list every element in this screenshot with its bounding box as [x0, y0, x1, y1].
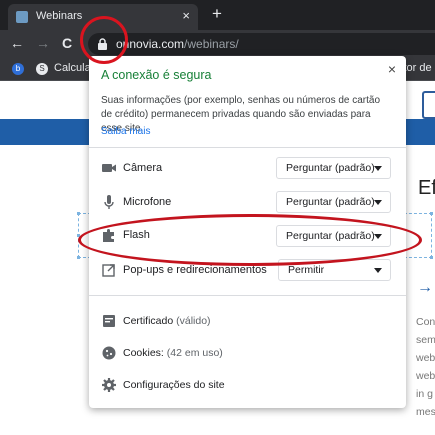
site-settings-link[interactable]: Configurações do site — [123, 379, 225, 391]
camera-icon — [102, 164, 116, 172]
paragraph-line: mes — [416, 406, 435, 418]
divider — [89, 147, 406, 148]
certificate-icon — [103, 315, 115, 327]
paragraph-line: web — [416, 352, 435, 364]
selection-handle — [77, 212, 80, 215]
cookies-count: (42 em uso) — [166, 347, 223, 359]
microphone-permission-select[interactable]: Perguntar (padrão) — [276, 191, 391, 213]
site-logo-icon — [422, 91, 435, 119]
selection-handle — [430, 256, 433, 259]
microphone-icon — [104, 195, 114, 209]
page-arrow-icon[interactable]: → — [417, 279, 433, 297]
paragraph-line: Con — [416, 316, 435, 328]
cookies-link[interactable]: Cookies: (42 em uso) — [123, 347, 223, 359]
bookmark-icon-s[interactable]: S — [36, 63, 48, 75]
paragraph-line: in g — [416, 388, 433, 400]
chevron-down-icon — [374, 268, 382, 273]
permission-label-microphone: Microfone — [123, 196, 172, 208]
chevron-down-icon — [374, 166, 382, 171]
tab-favicon-icon — [16, 11, 28, 23]
cookies-label: Cookies: — [123, 347, 164, 359]
popup-title: A conexão é segura — [101, 68, 212, 82]
certificate-link[interactable]: Certificado (válido) — [123, 315, 211, 327]
gear-icon — [102, 378, 116, 392]
permission-label-camera: Câmera — [123, 162, 163, 174]
paragraph-line: sem — [416, 334, 435, 346]
learn-more-link[interactable]: Saiba mais — [101, 126, 150, 137]
url-text[interactable]: onnovia.com/webinars/ — [116, 37, 239, 51]
new-tab-button[interactable]: + — [212, 5, 222, 22]
page-heading: Ef — [418, 177, 435, 199]
annotation-ellipse — [78, 214, 422, 266]
tab-close-icon[interactable]: × — [182, 8, 190, 23]
cookie-icon — [102, 346, 116, 360]
divider — [89, 295, 406, 296]
camera-permission-select[interactable]: Perguntar (padrão) — [276, 157, 391, 179]
close-icon[interactable]: × — [388, 61, 396, 77]
selection-handle — [77, 256, 80, 259]
chevron-down-icon — [374, 200, 382, 205]
bookmark-calcula[interactable]: Calcula — [54, 62, 91, 74]
select-value: Perguntar (padrão) — [286, 196, 375, 208]
bookmark-icon-b[interactable]: b — [12, 63, 24, 75]
address-bar[interactable]: onnovia.com/webinars/ — [88, 33, 435, 55]
url-path: /webinars/ — [184, 37, 239, 51]
popup-icon — [102, 264, 115, 277]
selection-handle — [430, 212, 433, 215]
browser-toolbar: ← → C onnovia.com/webinars/ — [0, 30, 435, 58]
annotation-circle — [80, 16, 128, 64]
select-value: Perguntar (padrão) — [286, 162, 375, 174]
back-button[interactable]: ← — [10, 35, 24, 51]
forward-button[interactable]: → — [36, 35, 50, 51]
certificate-status: (válido) — [176, 315, 211, 327]
certificate-label: Certificado — [123, 315, 174, 327]
tab-strip: Webinars × + — [0, 0, 435, 30]
tab-title: Webinars — [36, 10, 83, 22]
select-value: Permitir — [288, 264, 325, 276]
reload-button[interactable]: C — [62, 35, 72, 51]
page-paragraph: Con sem web web in g mes — [416, 313, 435, 421]
paragraph-line: web — [416, 370, 435, 382]
